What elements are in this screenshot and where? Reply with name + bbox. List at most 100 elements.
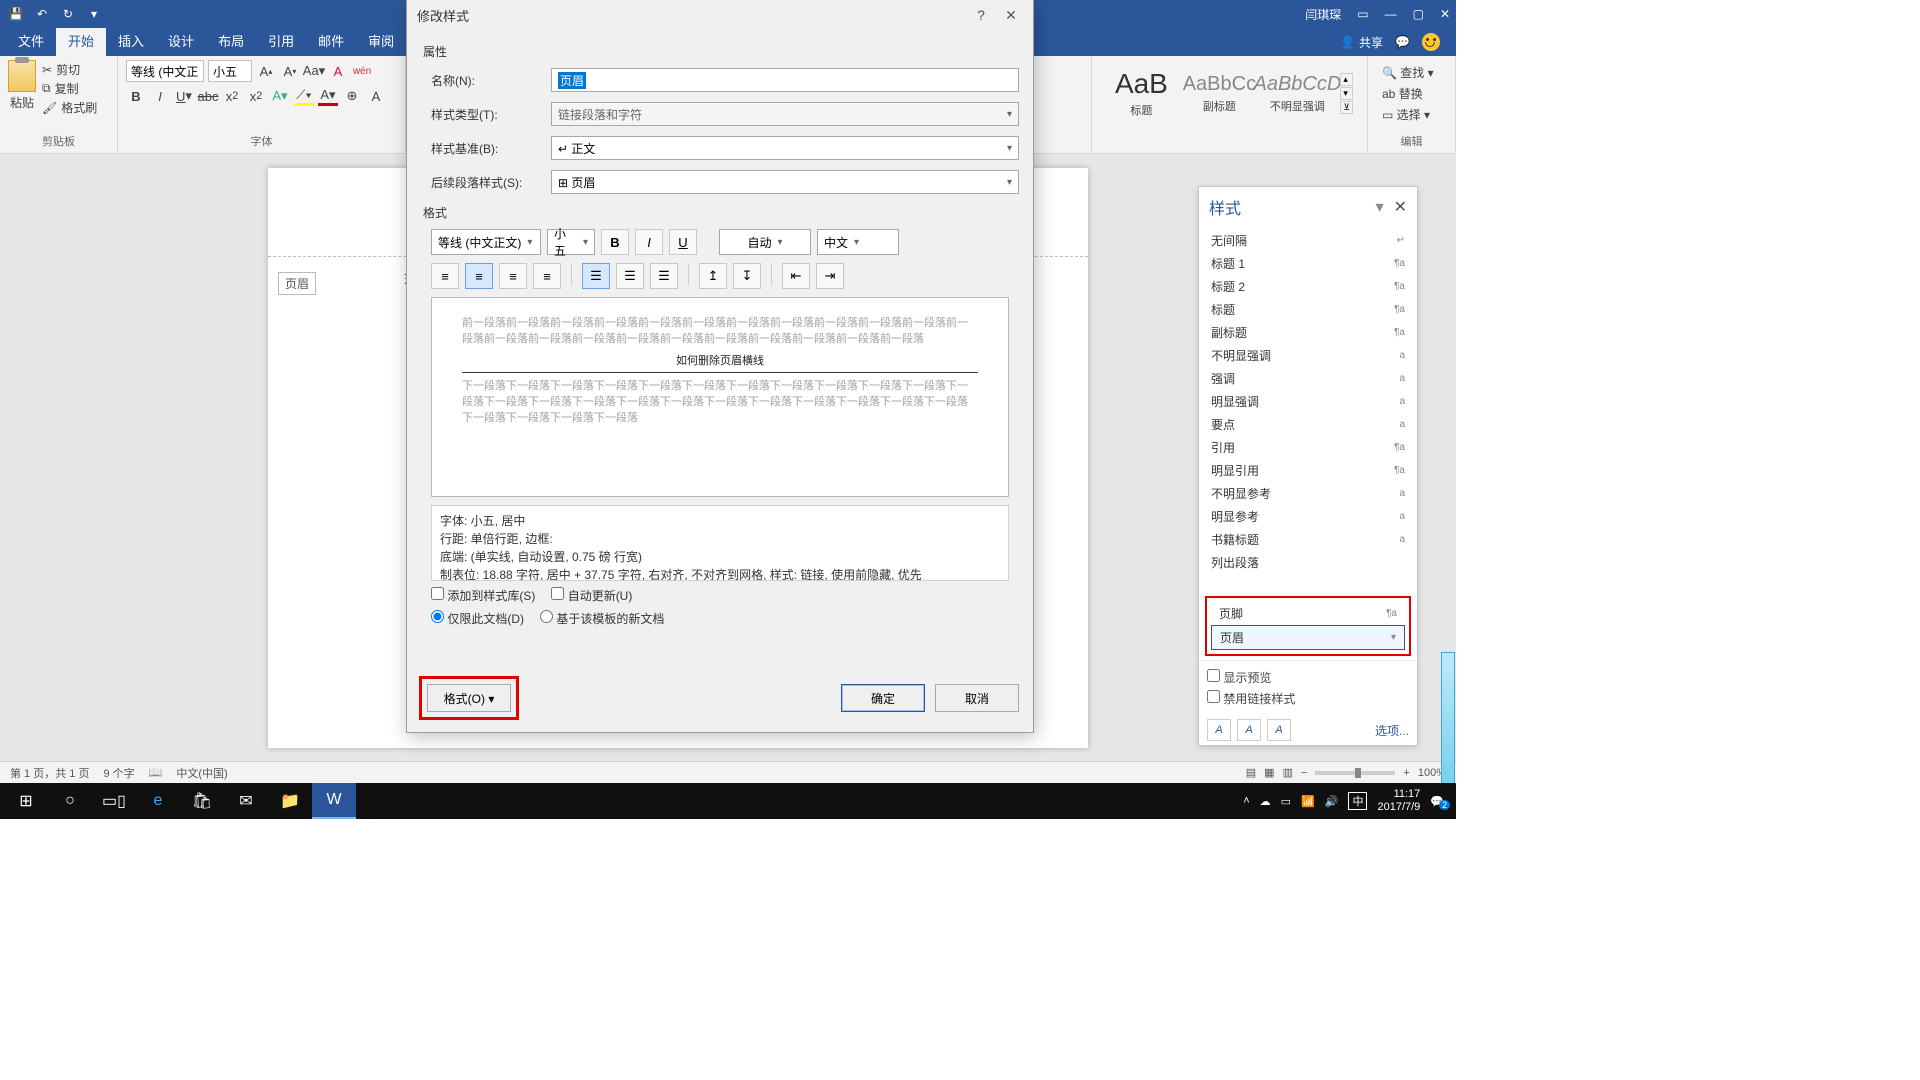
enclose-icon[interactable]: ⊕ [342, 86, 362, 106]
type-select[interactable]: 链接段落和字符 [551, 102, 1019, 126]
shrink-font-icon[interactable]: A▾ [280, 61, 300, 81]
spacing-1-icon[interactable]: ☰ [582, 263, 610, 289]
gallery-up-icon[interactable]: ▴ [1340, 73, 1353, 86]
strike-icon[interactable]: abc [198, 86, 218, 106]
tray-volume-icon[interactable]: 🔊 [1325, 795, 1339, 808]
dlg-color-combo[interactable]: 自动 [719, 229, 811, 255]
style-row[interactable]: 不明显强调a [1203, 344, 1413, 367]
tab-mailings[interactable]: 邮件 [306, 28, 356, 56]
tray-clock[interactable]: 11:17 2017/7/9 [1377, 788, 1420, 813]
name-input[interactable]: 页眉 [551, 68, 1019, 92]
styles-gallery[interactable]: AaB标题 AaBbCc副标题 AaBbCcD不明显强调 ▴ ▾ ⊻ [1100, 60, 1359, 126]
style-row[interactable]: 无间隔↵ [1203, 229, 1413, 252]
tray-ime[interactable]: 中 [1348, 792, 1367, 810]
dialog-close-icon[interactable]: ✕ [999, 7, 1023, 24]
this-doc-radio[interactable]: 仅限此文档(D) [431, 610, 524, 627]
disable-linked-check[interactable]: 禁用链接样式 [1207, 688, 1409, 709]
style-row[interactable]: 明显参考a [1203, 505, 1413, 528]
change-case-icon[interactable]: Aa▾ [304, 61, 324, 81]
replace-button[interactable]: ab 替换 [1382, 85, 1441, 102]
para-after-icon[interactable]: ↧ [733, 263, 761, 289]
new-style-icon[interactable]: A [1207, 719, 1231, 741]
tray-wifi-icon[interactable]: 📶 [1301, 795, 1315, 808]
qat-more-icon[interactable]: ▾ [86, 6, 102, 22]
style-row[interactable]: 标题 1¶a [1203, 252, 1413, 275]
align-left-icon[interactable]: ≡ [431, 263, 459, 289]
manage-styles-icon[interactable]: A [1267, 719, 1291, 741]
feedback-icon[interactable] [1422, 33, 1440, 51]
text-effects-icon[interactable]: A▾ [270, 86, 290, 106]
italic-icon[interactable]: I [150, 86, 170, 106]
style-thumb-subtle[interactable]: AaBbCcD不明显强调 [1262, 66, 1332, 120]
zoom-out-icon[interactable]: − [1301, 767, 1307, 779]
dlg-italic-icon[interactable]: I [635, 229, 663, 255]
style-row[interactable]: 副标题¶a [1203, 321, 1413, 344]
tray-chevron-icon[interactable]: ˄ [1243, 795, 1249, 807]
underline-icon[interactable]: U▾ [174, 86, 194, 106]
scroll-magnifier[interactable] [1441, 652, 1455, 783]
dlg-font-combo[interactable]: 等线 (中文正文) [431, 229, 541, 255]
grow-font-icon[interactable]: A▴ [256, 61, 276, 81]
style-thumb-subtitle[interactable]: AaBbCc副标题 [1184, 66, 1254, 120]
highlight-icon[interactable]: ⟋▾ [294, 86, 314, 106]
style-row[interactable]: 不明显参考a [1203, 482, 1413, 505]
cancel-button[interactable]: 取消 [935, 684, 1019, 712]
pane-close-icon[interactable]: ✕ [1394, 197, 1407, 217]
undo-icon[interactable]: ↶ [34, 6, 50, 22]
maximize-icon[interactable]: ▢ [1413, 7, 1424, 21]
border-char-icon[interactable]: A [366, 86, 386, 106]
zoom-slider[interactable] [1315, 771, 1395, 775]
gallery-more-icon[interactable]: ⊻ [1340, 101, 1353, 114]
page-status[interactable]: 第 1 页，共 1 页 [10, 765, 89, 781]
tab-insert[interactable]: 插入 [106, 28, 156, 56]
ok-button[interactable]: 确定 [841, 684, 925, 712]
word-icon[interactable]: W [312, 783, 356, 819]
auto-update-check[interactable]: 自动更新(U) [551, 587, 632, 604]
minimize-icon[interactable]: — [1385, 7, 1397, 21]
style-row[interactable]: 引用¶a [1203, 436, 1413, 459]
format-painter-button[interactable]: 🖌 格式刷 [42, 98, 97, 117]
find-button[interactable]: 🔍 查找 ▾ [1382, 64, 1441, 81]
task-view-icon[interactable]: ▭▯ [92, 783, 136, 819]
tray-battery-icon[interactable]: ▭ [1281, 795, 1291, 808]
align-justify-icon[interactable]: ≡ [533, 263, 561, 289]
spacing-15-icon[interactable]: ☰ [616, 263, 644, 289]
subscript-icon[interactable]: x2 [222, 86, 242, 106]
style-row[interactable]: 标题¶a [1203, 298, 1413, 321]
notifications-icon[interactable]: 💬 [1430, 795, 1444, 808]
bold-icon[interactable]: B [126, 86, 146, 106]
tab-review[interactable]: 审阅 [356, 28, 406, 56]
tab-references[interactable]: 引用 [256, 28, 306, 56]
next-select[interactable]: ⊞ 页眉 [551, 170, 1019, 194]
style-thumb-title[interactable]: AaB标题 [1106, 66, 1176, 120]
spacing-2-icon[interactable]: ☰ [650, 263, 678, 289]
style-row[interactable]: 要点a [1203, 413, 1413, 436]
style-row[interactable]: 列出段落 [1203, 551, 1413, 574]
close-icon[interactable]: ✕ [1440, 7, 1450, 21]
font-name-combo[interactable]: 等线 (中文正 [126, 60, 204, 82]
options-link[interactable]: 选项... [1375, 722, 1409, 739]
tab-file[interactable]: 文件 [6, 28, 56, 56]
view-read-icon[interactable]: ▤ [1246, 766, 1256, 779]
style-row[interactable]: 强调a [1203, 367, 1413, 390]
select-button[interactable]: ▭ 选择 ▾ [1382, 106, 1441, 123]
view-web-icon[interactable]: ▥ [1283, 766, 1293, 779]
pane-dropdown-icon[interactable]: ▾ [1376, 197, 1384, 217]
dlg-size-combo[interactable]: 小五 [547, 229, 595, 255]
indent-inc-icon[interactable]: ⇥ [816, 263, 844, 289]
based-select[interactable]: ↵ 正文 [551, 136, 1019, 160]
clear-format-icon[interactable]: A [328, 61, 348, 81]
para-before-icon[interactable]: ↥ [699, 263, 727, 289]
styles-list[interactable]: 无间隔↵标题 1¶a标题 2¶a标题¶a副标题¶a不明显强调a强调a明显强调a要… [1199, 227, 1417, 592]
cut-button[interactable]: ✂ 剪切 [42, 60, 97, 79]
style-row[interactable]: 页眉 ▾ [1211, 625, 1405, 650]
align-center-icon[interactable]: ≡ [465, 263, 493, 289]
paste-button[interactable]: 粘贴 [8, 60, 36, 117]
font-size-combo[interactable]: 小五 [208, 60, 252, 82]
style-row[interactable]: 标题 2¶a [1203, 275, 1413, 298]
ribbon-display-icon[interactable]: ▭ [1357, 7, 1368, 21]
template-radio[interactable]: 基于该模板的新文档 [540, 610, 664, 627]
show-preview-check[interactable]: 显示预览 [1207, 667, 1409, 688]
indent-dec-icon[interactable]: ⇤ [782, 263, 810, 289]
phonetic-icon[interactable]: wén [352, 61, 372, 81]
